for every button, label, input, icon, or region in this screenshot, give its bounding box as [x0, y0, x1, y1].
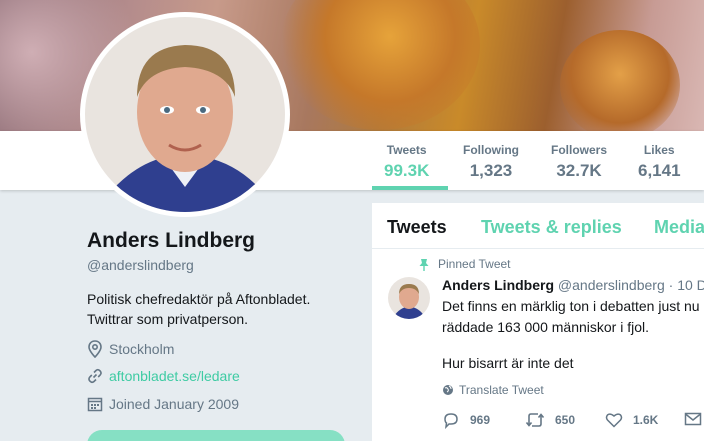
- stat-followers[interactable]: Followers 32.7K: [551, 143, 607, 181]
- website-link[interactable]: aftonbladet.se/ledare: [109, 368, 240, 384]
- tweet-separator: ·: [668, 277, 674, 293]
- stat-likes[interactable]: Likes 6,141: [638, 143, 681, 181]
- stat-tweets[interactable]: Tweets 99.3K: [384, 143, 429, 181]
- tweet-handle[interactable]: @anderslindberg: [558, 277, 665, 293]
- tweet-text-line-2: räddade 163 000 människor i fjol.: [442, 319, 650, 335]
- stat-following[interactable]: Following 1,323: [463, 143, 519, 181]
- tweet-text: Det finns en märklig ton i debatten just…: [442, 296, 700, 338]
- tweet-text-line-1: Det finns en märklig ton i debatten just…: [442, 298, 700, 314]
- profile-name[interactable]: Anders Lindberg: [87, 229, 255, 253]
- timeline-tabs: Tweets Tweets & replies Media: [372, 203, 704, 249]
- bio-line-2: Twittrar som privatperson.: [87, 311, 249, 327]
- link-icon: [88, 368, 102, 384]
- stat-likes-label: Likes: [643, 143, 675, 157]
- tweet-avatar[interactable]: [388, 277, 430, 319]
- translate-label: Translate Tweet: [459, 383, 544, 397]
- message-button[interactable]: [684, 411, 704, 427]
- stat-tweets-value: 99.3K: [384, 161, 430, 180]
- bio-line-1: Politisk chefredaktör på Aftonbladet.: [87, 291, 311, 307]
- follow-button[interactable]: [87, 430, 345, 441]
- calendar-icon: [87, 397, 103, 412]
- reply-button[interactable]: 969: [442, 411, 490, 429]
- avatar: [85, 17, 285, 212]
- translate-tweet[interactable]: Translate Tweet: [442, 383, 544, 397]
- stat-likes-value: 6,141: [638, 161, 681, 180]
- stat-tweets-label: Tweets: [386, 143, 427, 157]
- stat-followers-label: Followers: [551, 143, 608, 157]
- tweet-date[interactable]: 10 De: [677, 277, 704, 293]
- retweet-count: 650: [555, 413, 576, 427]
- profile-bio: Politisk chefredaktör på Aftonbladet. Tw…: [87, 289, 357, 329]
- profile-location: Stockholm: [87, 340, 174, 358]
- active-stat-underline: [372, 186, 448, 190]
- location-icon: [88, 340, 102, 358]
- stat-following-label: Following: [463, 143, 519, 157]
- tab-tweets[interactable]: Tweets: [387, 217, 447, 238]
- like-count: 1.6K: [633, 413, 659, 427]
- heart-icon: [605, 413, 623, 428]
- globe-icon: [443, 385, 453, 395]
- stat-following-value: 1,323: [469, 161, 513, 180]
- joined-text: Joined January 2009: [109, 396, 239, 412]
- location-text: Stockholm: [109, 341, 175, 357]
- profile-website[interactable]: aftonbladet.se/ledare: [87, 368, 240, 384]
- reply-count: 969: [470, 413, 491, 427]
- like-button[interactable]: 1.6K: [605, 411, 658, 429]
- message-icon: [684, 412, 702, 426]
- profile-handle[interactable]: @anderslindberg: [87, 257, 194, 273]
- tweet-author[interactable]: Anders Lindberg: [442, 277, 554, 293]
- stat-followers-value: 32.7K: [556, 161, 602, 180]
- tweet-text-line-3: Hur bisarrt är inte det: [442, 355, 574, 371]
- tweet-header: Anders Lindberg @anderslindberg · 10 De: [442, 277, 704, 293]
- profile-avatar[interactable]: [80, 12, 290, 217]
- tab-tweets-replies[interactable]: Tweets & replies: [481, 217, 622, 238]
- pin-icon: [419, 259, 429, 271]
- pinned-label: Pinned Tweet: [438, 257, 511, 271]
- timeline: Tweets Tweets & replies Media Pinned Twe…: [372, 203, 704, 441]
- retweet-icon: [525, 413, 545, 427]
- tab-media[interactable]: Media: [654, 217, 704, 238]
- retweet-button[interactable]: 650: [525, 411, 575, 429]
- profile-joined: Joined January 2009: [87, 396, 239, 412]
- reply-icon: [444, 413, 458, 429]
